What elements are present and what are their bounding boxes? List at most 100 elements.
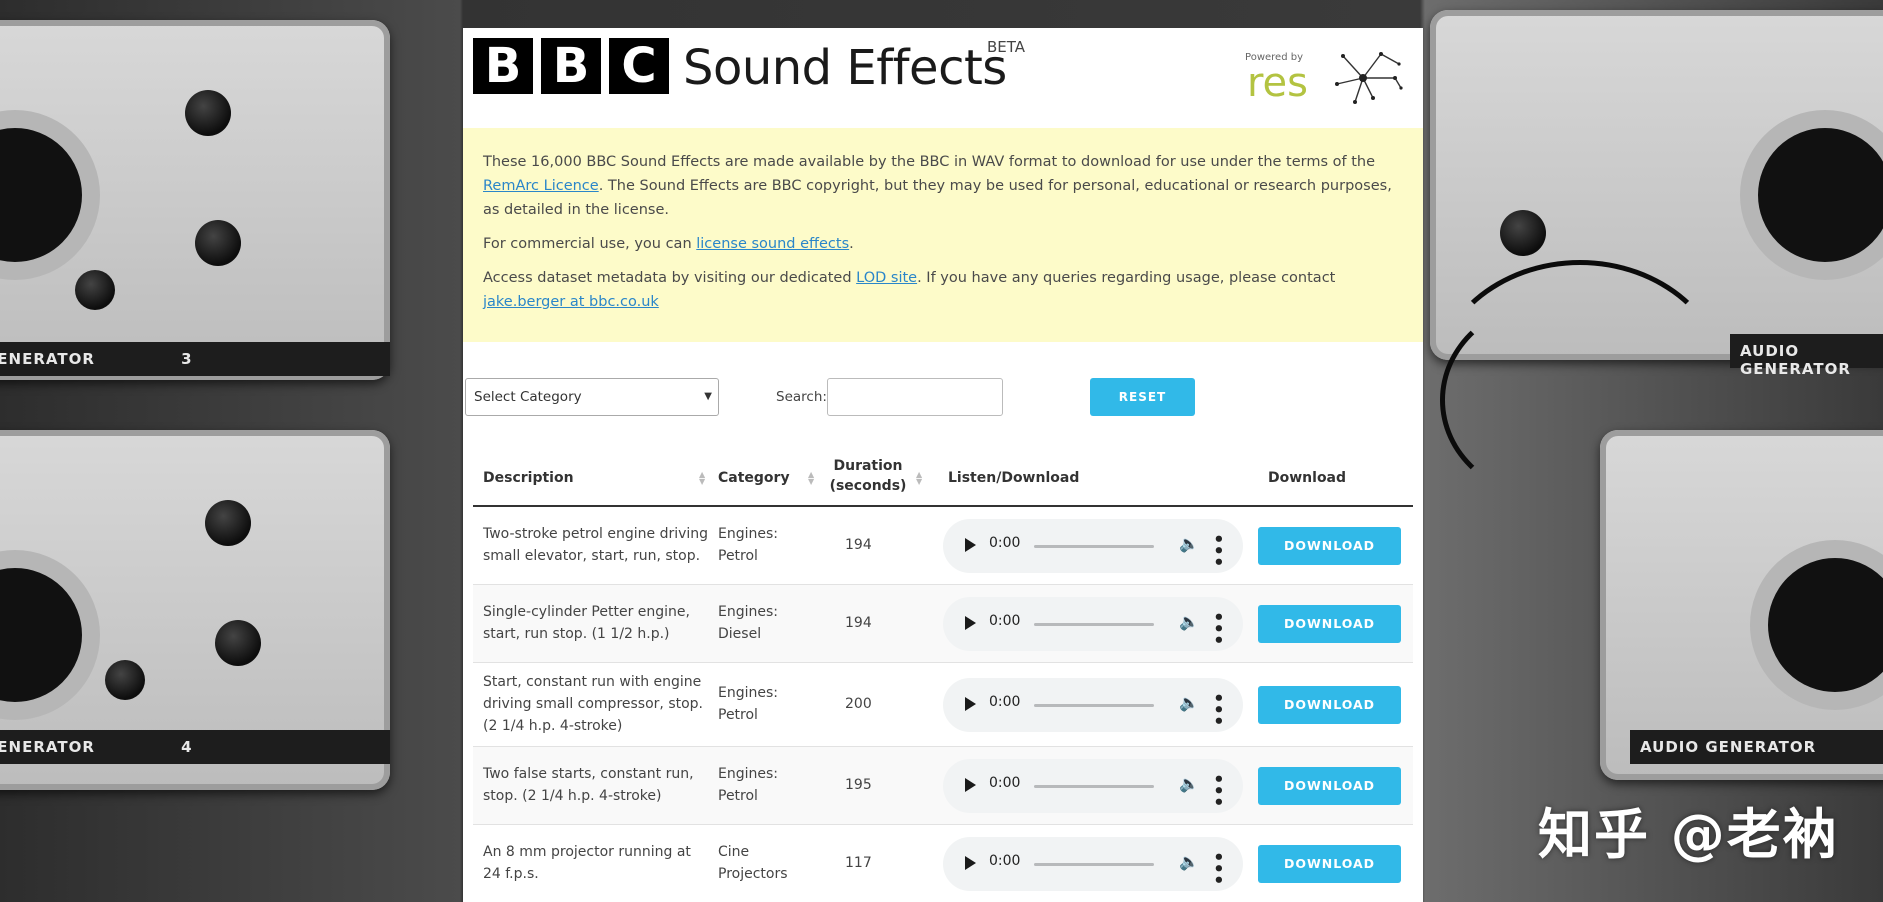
more-options-icon[interactable]: ••• [1207,773,1228,808]
audio-time: 0:00 [989,694,1021,710]
notice-paragraph-licence: These 16,000 BBC Sound Effects are made … [483,154,1392,218]
more-options-icon[interactable]: ••• [1207,692,1228,727]
bbc-logo[interactable]: B B C [473,38,669,94]
audio-progress-track[interactable] [1034,623,1154,626]
audio-progress-track[interactable] [1034,785,1154,788]
row-category: Engines: Petrol [718,766,778,804]
remarc-licence-link[interactable]: RemArc Licence [483,178,599,194]
play-icon[interactable] [965,778,976,792]
table-row: An 8 mm projector running at 24 f.p.s. C… [473,825,1413,902]
row-duration: 195 [845,777,872,793]
column-header-listen: Listen/Download [948,470,1080,486]
volume-icon[interactable]: 🔈 [1179,852,1199,871]
download-button[interactable]: DOWNLOAD [1258,527,1401,565]
table-row: Two-stroke petrol engine driving small e… [473,507,1413,585]
lod-site-link[interactable]: LOD site [856,270,917,286]
background-dial [0,550,100,720]
notice-paragraph-commercial: For commercial use, you can license soun… [483,236,854,252]
more-options-icon[interactable]: ••• [1207,611,1228,646]
audio-player[interactable]: 0:00 🔈 ••• [943,597,1243,651]
background-knob [75,270,115,310]
row-description: Two-stroke petrol engine driving small e… [483,526,709,564]
background-knob [1500,210,1546,256]
download-button[interactable]: DOWNLOAD [1258,767,1401,805]
background-knob [215,620,261,666]
download-button[interactable]: DOWNLOAD [1258,686,1401,724]
reset-button[interactable]: RESET [1090,378,1195,416]
audio-player[interactable]: 0:00 🔈 ••• [943,519,1243,573]
table-row: Single-cylinder Petter engine, start, ru… [473,585,1413,663]
beta-badge: BETA [987,38,1026,56]
row-category: Engines: Petrol [718,526,778,564]
table-header: Description ▲ ▼ Category ▲ ▼ Duration (sec… [473,446,1413,507]
row-description: Start, constant run with engine driving … [483,674,704,734]
volume-icon[interactable]: 🔈 [1179,612,1199,631]
sort-icon[interactable]: ▲ ▼ [808,471,814,486]
column-header-download: Download [1268,470,1347,486]
table-row: Start, constant run with engine driving … [473,663,1413,747]
background-device: GENERATOR 3 [0,20,390,380]
play-icon[interactable] [965,616,976,630]
contact-email-link[interactable]: jake.berger at bbc.co.uk [483,294,659,310]
column-header-duration[interactable]: Duration (seconds) [828,456,908,496]
column-header-category[interactable]: Category [718,468,790,488]
download-button[interactable]: DOWNLOAD [1258,605,1401,643]
play-icon[interactable] [965,538,976,552]
volume-icon[interactable]: 🔈 [1179,693,1199,712]
row-category: Cine Projectors [718,844,788,882]
bbc-logo-letter: C [609,38,669,94]
download-button[interactable]: DOWNLOAD [1258,845,1401,883]
license-sound-effects-link[interactable]: license sound effects [696,236,849,252]
row-duration: 194 [845,537,872,553]
res-logo[interactable]: res [1247,60,1308,106]
background-dial [1750,540,1883,710]
table-row: Two false starts, constant run, stop. (2… [473,747,1413,825]
more-options-icon[interactable]: ••• [1207,533,1228,568]
chevron-down-icon: ▼ [704,391,712,402]
sound-effects-table: Description ▲ ▼ Category ▲ ▼ Duration (sec… [473,446,1413,902]
res-network-icon [1335,52,1403,104]
audio-player[interactable]: 0:00 🔈 ••• [943,837,1243,891]
audio-progress-track[interactable] [1034,863,1154,866]
notice-paragraph-metadata: Access dataset metadata by visiting our … [483,270,1336,310]
audio-time: 0:00 [989,535,1021,551]
column-header-description[interactable]: Description [483,468,574,488]
search-label: Search: [776,389,827,405]
category-select[interactable]: Select Category ▼ [465,378,719,416]
background-device-label: GENERATOR 4 [0,730,390,764]
background-knob [105,660,145,700]
audio-progress-track[interactable] [1034,704,1154,707]
table-body: Two-stroke petrol engine driving small e… [473,507,1413,902]
audio-player[interactable]: 0:00 🔈 ••• [943,759,1243,813]
volume-icon[interactable]: 🔈 [1179,774,1199,793]
background-dial [1740,110,1883,280]
row-duration: 117 [845,855,872,871]
background-knob [205,500,251,546]
audio-player[interactable]: 0:00 🔈 ••• [943,678,1243,732]
volume-icon[interactable]: 🔈 [1179,534,1199,553]
audio-time: 0:00 [989,613,1021,629]
row-description: Two false starts, constant run, stop. (2… [483,766,694,804]
bbc-logo-letter: B [541,38,601,94]
background-knob [185,90,231,136]
site-header: B B C Sound Effects BETA Powered by res [463,28,1423,128]
audio-progress-track[interactable] [1034,545,1154,548]
audio-time: 0:00 [989,853,1021,869]
filter-controls: Select Category ▼ Search: RESET [463,378,1423,418]
search-input[interactable] [827,378,1003,416]
play-icon[interactable] [965,856,976,870]
audio-time: 0:00 [989,775,1021,791]
row-category: Engines: Petrol [718,685,778,723]
row-description: Single-cylinder Petter engine, start, ru… [483,604,690,642]
sort-icon[interactable]: ▲ ▼ [916,471,922,486]
zhihu-watermark: 知乎 @老衲 [1538,803,1839,866]
background-device: GENERATOR 4 [0,430,390,790]
row-description: An 8 mm projector running at 24 f.p.s. [483,844,691,882]
background-device-label: AUDIO GENERATOR [1730,334,1883,378]
licence-notice: These 16,000 BBC Sound Effects are made … [463,128,1423,342]
more-options-icon[interactable]: ••• [1207,851,1228,886]
bbc-logo-letter: B [473,38,533,94]
sort-icon[interactable]: ▲ ▼ [699,471,705,486]
background-knob [195,220,241,266]
play-icon[interactable] [965,697,976,711]
